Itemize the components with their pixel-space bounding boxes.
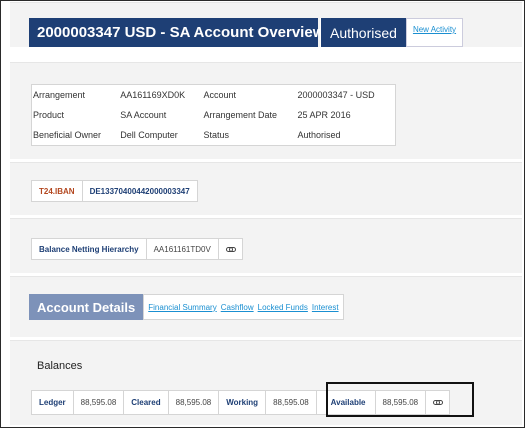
status-label: Status	[203, 130, 229, 140]
account-details-links: Financial Summary Cashflow Locked Funds …	[143, 294, 344, 320]
link-icon	[225, 246, 236, 252]
account-details-header: Account Details Financial Summary Cashfl…	[29, 294, 344, 320]
financial-summary-link[interactable]: Financial Summary	[148, 303, 216, 312]
arrangement-label: Arrangement	[33, 90, 86, 100]
netting-link-button[interactable]	[217, 239, 242, 259]
product-label: Product	[33, 110, 65, 120]
beneficial-owner-value: Dell Computer	[120, 130, 178, 140]
account-label: Account	[203, 90, 237, 100]
page-title: 2000003347 USD - SA Account Overview	[29, 18, 324, 47]
arrangement-date-label: Arrangement Date	[203, 110, 278, 120]
account-id-link[interactable]: 2000003347 - USD	[297, 85, 395, 105]
ledger-label: Ledger	[39, 398, 66, 407]
account-details-title: Account Details	[29, 294, 144, 320]
arrangement-id-link[interactable]: AA161169XD0K	[119, 85, 202, 105]
interest-link[interactable]: Interest	[312, 303, 339, 312]
iban-row: T24.IBAN DE13370400442000003347	[31, 180, 198, 202]
locked-funds-link[interactable]: Locked Funds	[258, 303, 308, 312]
arrangement-panel: Arrangement AA161169XD0K Account 2000003…	[31, 84, 396, 146]
new-activity-container: New Activity	[405, 18, 464, 47]
working-value: 88,595.08	[265, 391, 316, 414]
netting-value: AA161161TD0V	[145, 239, 218, 259]
iban-value: DE13370400442000003347	[81, 181, 197, 201]
arrangement-date-value: 25 APR 2016	[297, 110, 351, 120]
cashflow-link[interactable]: Cashflow	[221, 303, 254, 312]
beneficial-owner-label: Beneficial Owner	[33, 130, 102, 140]
working-label: Working	[218, 391, 265, 414]
cleared-label: Cleared	[123, 391, 167, 414]
page-header: 2000003347 USD - SA Account Overview Aut…	[29, 18, 464, 47]
product-value: SA Account	[120, 110, 167, 120]
ledger-value: 88,595.08	[72, 391, 124, 414]
new-activity-link[interactable]: New Activity	[413, 25, 456, 34]
cleared-value: 88,595.08	[167, 391, 219, 414]
balances-title: Balances	[37, 360, 83, 372]
available-highlight-box	[326, 382, 474, 417]
status-badge: Authorised	[320, 18, 406, 47]
iban-label: T24.IBAN	[39, 186, 75, 196]
netting-label: Balance Netting Hierarchy	[39, 244, 139, 254]
status-value: Authorised	[297, 130, 341, 140]
netting-row: Balance Netting Hierarchy AA161161TD0V	[31, 238, 243, 260]
